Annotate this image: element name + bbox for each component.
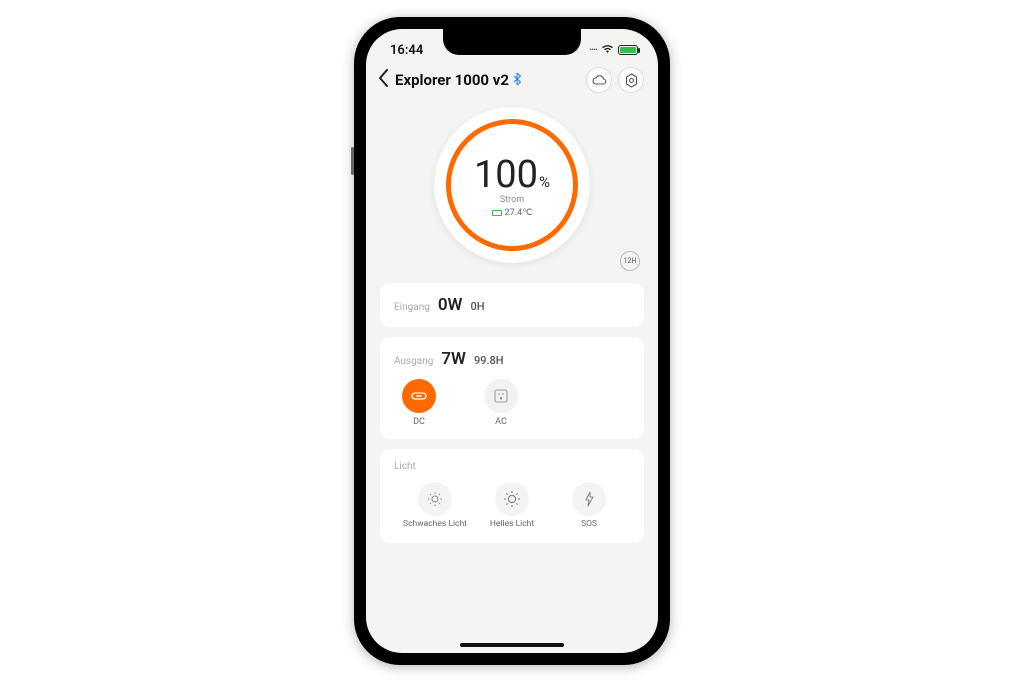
light-card: Licht Schwaches Licht Helles Licht [380,449,644,543]
hours-badge[interactable]: 12H [620,251,640,271]
status-time: 16:44 [390,43,423,58]
settings-button[interactable] [618,67,644,93]
device-title: Explorer 1000 v2 [395,71,509,89]
bolt-icon [572,482,606,516]
light-mode-dim[interactable]: Schwaches Licht [400,482,470,529]
input-card: Eingang 0W 0H [380,283,644,327]
bluetooth-icon [513,73,521,88]
light-mode-sos[interactable]: SOS [554,482,624,529]
output-label: Ausgang [394,356,433,367]
battery-gauge: 100% Strom 27.4℃ [434,107,590,263]
phone-frame: 16:44 ···· Explorer 1000 v2 [354,17,670,665]
sun-bright-icon [495,482,529,516]
output-card: Ausgang 7W 99.8H DC AC [380,337,644,439]
port-dc[interactable]: DC [402,379,436,427]
port-label: DC [413,417,425,427]
input-label: Eingang [394,302,430,313]
light-mode-bright[interactable]: Helles Licht [477,482,547,529]
battery-gauge-area: 100% Strom 27.4℃ 12H [366,101,658,265]
gauge-ring [446,119,578,251]
notch [443,29,581,55]
light-mode-label: SOS [581,520,597,529]
light-mode-label: Helles Licht [490,520,534,529]
input-hours: 0H [470,300,484,313]
ac-port-icon [484,379,518,413]
signal-icon: ···· [589,45,597,56]
output-hours: 99.8H [474,354,504,367]
wifi-icon [601,43,614,58]
output-power: 7W [441,349,466,369]
input-power: 0W [438,295,463,315]
sun-dim-icon [418,482,452,516]
port-ac[interactable]: AC [484,379,518,427]
cloud-button[interactable] [586,67,612,93]
light-section-label: Licht [394,461,630,472]
battery-icon [618,45,638,55]
battery-small-icon [492,210,502,216]
home-indicator[interactable] [460,643,564,647]
app-header: Explorer 1000 v2 [366,65,658,101]
screen: 16:44 ···· Explorer 1000 v2 [366,29,658,653]
light-mode-label: Schwaches Licht [403,520,467,529]
dc-port-icon [402,379,436,413]
status-right: ···· [589,43,638,58]
port-label: AC [495,417,507,427]
back-button[interactable] [376,68,395,92]
